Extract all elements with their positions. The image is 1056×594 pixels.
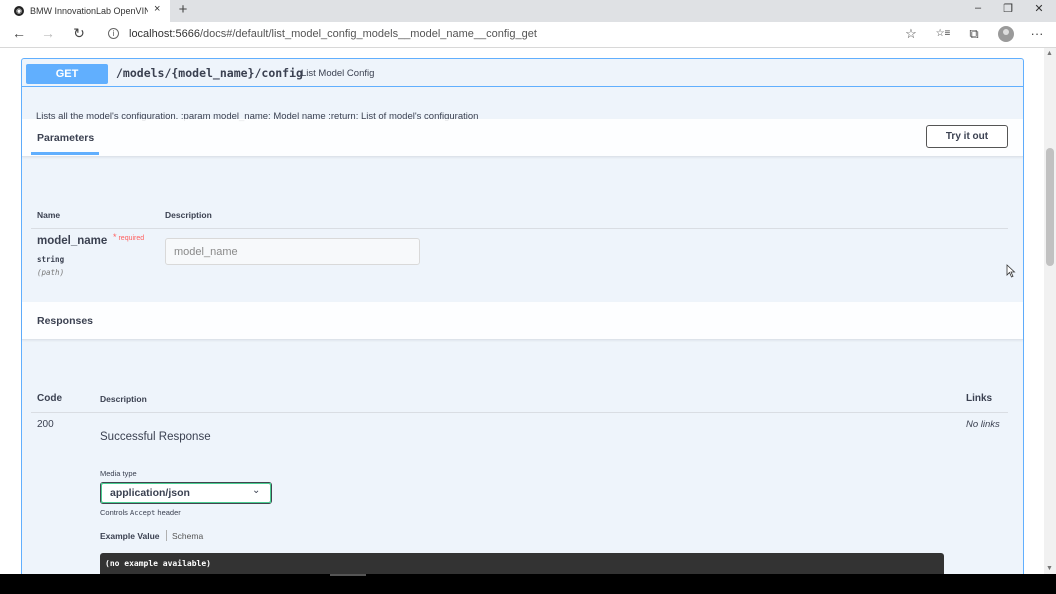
response-code: 200 — [37, 419, 54, 430]
responses-title: Responses — [37, 315, 94, 327]
mouse-cursor-icon — [1006, 264, 1016, 278]
response-links: No links — [966, 419, 1000, 430]
operation-summary[interactable]: GET /models/{model_name}/config List Mod… — [22, 59, 1023, 87]
param-type: string — [37, 255, 65, 264]
tab-separator — [166, 530, 167, 541]
address-bar: ← → ↻ i localhost:5666/docs#/default/lis… — [0, 22, 1056, 48]
taskbar-indicator — [330, 574, 366, 576]
parameters-title: Parameters — [37, 132, 95, 144]
param-header-divider — [31, 228, 1008, 229]
more-options-icon[interactable]: ··· — [1028, 26, 1046, 41]
param-col-name: Name — [37, 210, 61, 220]
refresh-icon[interactable]: ↻ — [69, 25, 89, 42]
taskbar-strip — [0, 574, 1056, 594]
resp-col-code: Code — [37, 393, 62, 404]
operation-path: /models/{model_name}/config — [116, 66, 303, 80]
operation-block: GET /models/{model_name}/config List Mod… — [21, 58, 1024, 574]
media-type-value: application/json — [110, 487, 190, 499]
scrollbar-thumb[interactable] — [1046, 148, 1054, 266]
tab-example-value[interactable]: Example Value — [100, 531, 160, 541]
scroll-down-arrow-icon[interactable]: ▼ — [1046, 565, 1053, 572]
close-tab-icon[interactable]: × — [154, 3, 160, 15]
media-type-label: Media type — [100, 469, 137, 478]
url-host: localhost:5666 — [129, 28, 200, 40]
required-label: required — [118, 235, 145, 242]
scroll-up-arrow-icon[interactable]: ▲ — [1046, 50, 1053, 57]
parameters-tab-underline — [31, 152, 99, 155]
media-type-select[interactable]: application/json ⌄ — [100, 482, 272, 504]
controls-accept-header: Controls Accept header — [100, 508, 181, 517]
parameters-section-header: Parameters Try it out — [22, 119, 1023, 157]
forward-arrow-icon[interactable]: → — [38, 25, 58, 41]
close-window-button[interactable]: ✕ — [1029, 2, 1049, 15]
model-name-input[interactable] — [165, 238, 420, 265]
site-favicon-icon: ◉ — [14, 6, 24, 16]
example-value-text: (no example available) — [105, 559, 211, 568]
favorites-list-icon[interactable]: ☆≡ — [934, 28, 952, 39]
browser-tab[interactable]: ◉ BMW InnovationLab OpenVINO × — [0, 0, 170, 22]
url-input[interactable]: localhost:5666/docs#/default/list_model_… — [129, 28, 537, 40]
url-path: /docs#/default/list_model_config_models_… — [199, 28, 537, 40]
responses-section-header: Responses — [22, 302, 1023, 340]
controls-prefix: Controls — [100, 508, 128, 517]
profile-avatar[interactable] — [998, 26, 1014, 42]
param-location: (path) — [37, 268, 65, 277]
new-tab-button[interactable]: + — [174, 1, 192, 18]
favorite-star-icon[interactable]: ☆ — [902, 26, 920, 42]
http-method-badge: GET — [26, 64, 108, 84]
browser-tab-title: BMW InnovationLab OpenVINO — [30, 6, 148, 16]
example-value-box: (no example available) — [100, 553, 944, 574]
vertical-scrollbar[interactable]: ▲ ▼ — [1044, 48, 1056, 574]
back-arrow-icon[interactable]: ← — [9, 25, 29, 41]
operation-summary-text: List Model Config — [301, 68, 375, 79]
try-it-out-button[interactable]: Try it out — [926, 125, 1008, 148]
required-star: * — [113, 232, 117, 242]
param-col-description: Description — [165, 210, 212, 220]
param-name: model_name — [37, 235, 108, 247]
collections-icon[interactable]: ⧉ — [965, 26, 983, 42]
resp-col-description: Description — [100, 394, 147, 404]
minimize-window-button[interactable]: – — [968, 2, 988, 14]
chevron-down-icon: ⌄ — [252, 485, 261, 496]
resp-header-divider — [31, 412, 1008, 413]
browser-tab-bar: ◉ BMW InnovationLab OpenVINO × + – ❐ ✕ — [0, 0, 1056, 22]
page-content: GET /models/{model_name}/config List Mod… — [0, 48, 1044, 574]
restore-window-button[interactable]: ❐ — [998, 2, 1018, 15]
tab-schema[interactable]: Schema — [172, 531, 203, 541]
response-description: Successful Response — [100, 431, 211, 443]
resp-col-links: Links — [966, 393, 993, 404]
site-info-icon[interactable]: i — [108, 28, 119, 39]
controls-suffix: header — [157, 508, 181, 517]
param-required-marker: * required — [113, 232, 144, 242]
controls-accept-mono: Accept — [130, 509, 156, 517]
